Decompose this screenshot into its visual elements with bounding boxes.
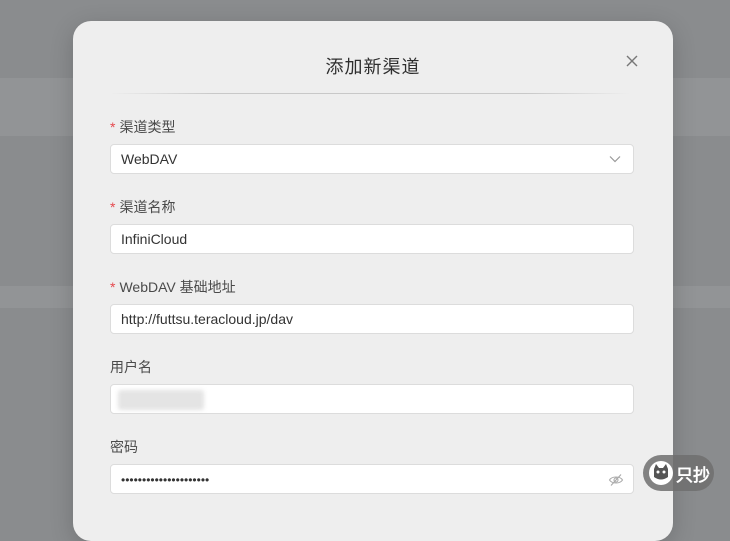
chevron-down-icon	[609, 156, 621, 163]
cat-logo-icon	[649, 461, 673, 485]
required-mark: *	[110, 199, 116, 215]
channel-name-value: InfiniCloud	[121, 231, 188, 247]
channel-name-label-text: 渠道名称	[119, 199, 176, 215]
username-label: 用户名	[110, 359, 152, 375]
channel-type-label: * 渠道类型	[110, 117, 175, 137]
channel-name-input[interactable]: InfiniCloud	[110, 224, 634, 254]
close-icon	[626, 55, 638, 67]
watermark-badge: 只抄	[643, 455, 714, 491]
watermark-text: 只抄	[676, 465, 710, 485]
add-channel-dialog: 添加新渠道 * 渠道类型 WebDAV * 渠道名称 InfiniCloud * We…	[73, 21, 673, 541]
channel-type-select[interactable]: WebDAV	[110, 144, 634, 174]
password-label: 密码	[110, 439, 138, 455]
channel-type-value: WebDAV	[121, 151, 178, 167]
blurred-username-value	[118, 390, 204, 410]
password-input[interactable]: •••••••••••••••••••••	[110, 464, 634, 494]
base-url-label-text: WebDAV 基础地址	[119, 279, 236, 295]
channel-name-label: * 渠道名称	[110, 197, 175, 217]
password-value: •••••••••••••••••••••	[121, 473, 210, 487]
base-url-label: * WebDAV 基础地址	[110, 277, 236, 297]
close-button[interactable]	[621, 50, 643, 72]
required-mark: *	[110, 279, 116, 295]
eye-off-icon[interactable]	[608, 473, 624, 487]
required-mark: *	[110, 119, 116, 135]
title-divider	[110, 93, 630, 94]
base-url-value: http://futtsu.teracloud.jp/dav	[121, 311, 293, 327]
channel-type-label-text: 渠道类型	[119, 119, 176, 135]
base-url-input[interactable]: http://futtsu.teracloud.jp/dav	[110, 304, 634, 334]
username-input[interactable]	[110, 384, 634, 414]
dialog-title: 添加新渠道	[325, 57, 421, 77]
